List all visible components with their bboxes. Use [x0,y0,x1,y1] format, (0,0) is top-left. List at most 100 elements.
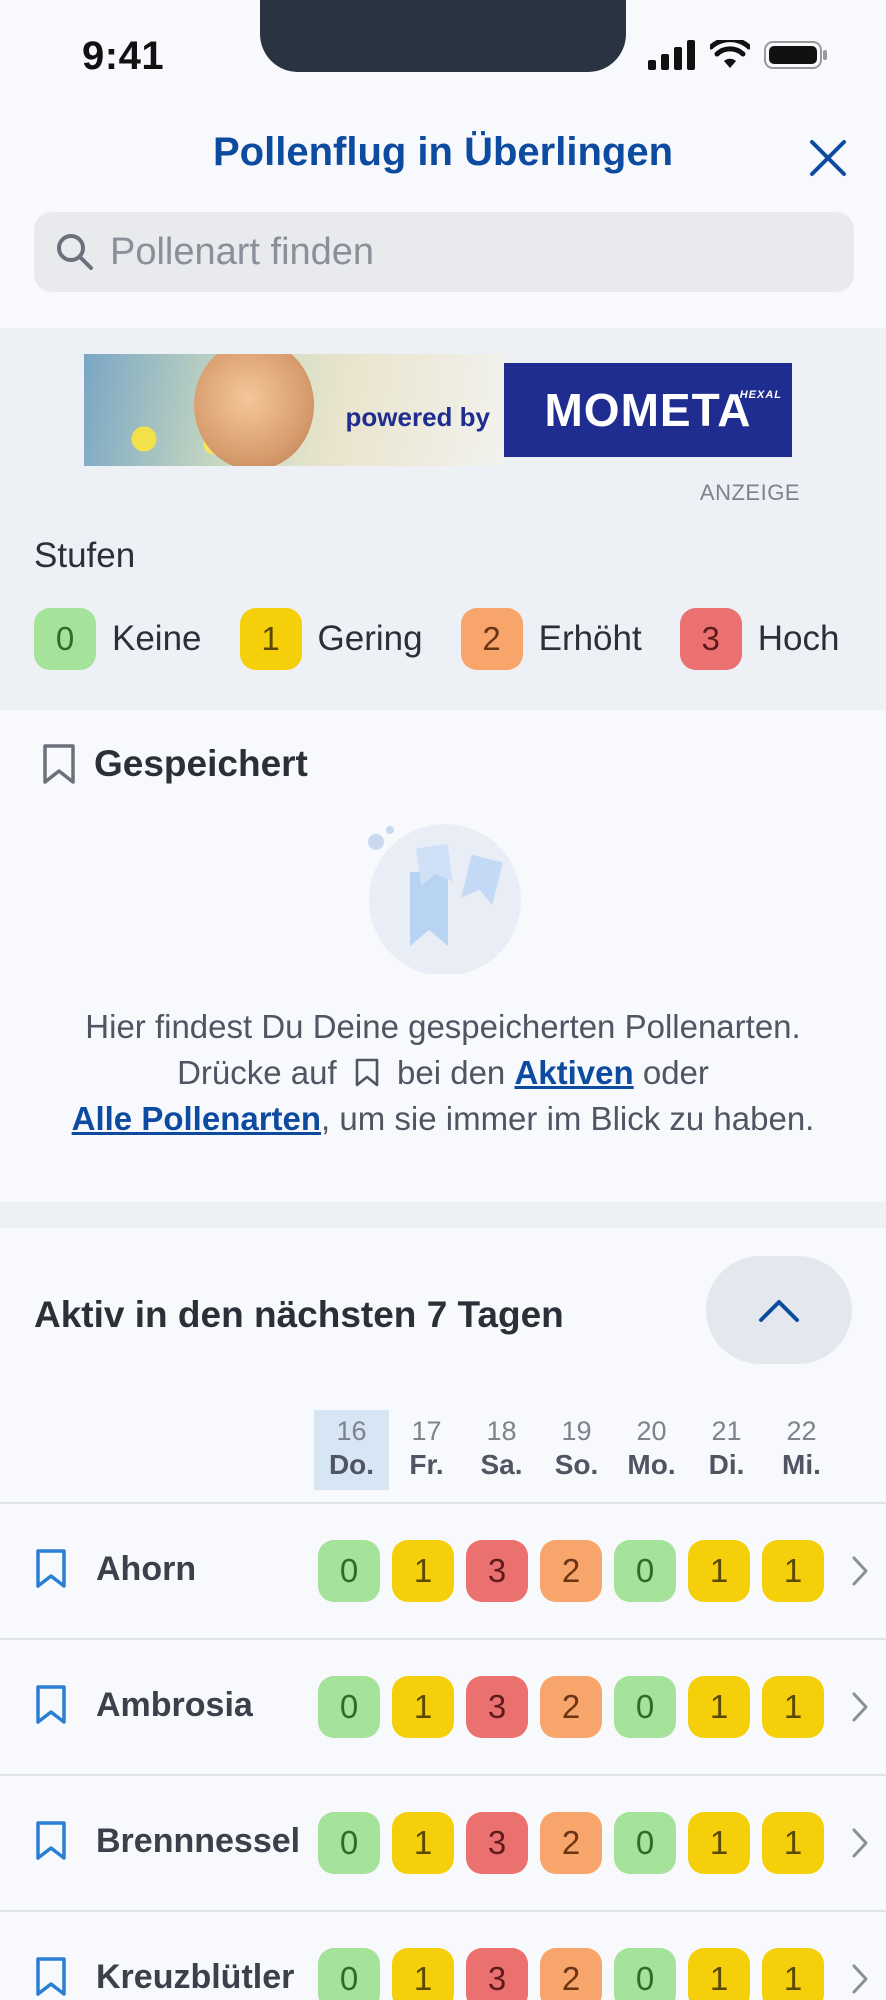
search-icon [57,234,93,270]
forecast-level-badge: 1 [762,1540,824,1602]
day-column-header: 16 Do. [314,1410,389,1490]
ad-banner[interactable]: powered by MOMETA HEXAL [84,354,796,466]
active-title: Aktiv in den nächsten 7 Tagen [34,1294,564,1335]
wifi-icon [710,40,750,68]
forecast-badges: 0132011 [318,1676,824,1738]
forecast-level-badge: 1 [392,1676,454,1738]
forecast-level-badge: 1 [392,1540,454,1602]
day-column-header: 18 Sa. [464,1410,539,1490]
forecast-badges: 0132011 [318,1812,824,1874]
forecast-level-badge: 0 [318,1676,380,1738]
saved-text-line1: Hier findest Du Deine gespeicherten Poll… [85,1008,801,1045]
saved-header: Gespeichert [40,742,308,786]
ad-powered-by: powered by [345,402,490,432]
bookmark-button[interactable] [34,1956,68,2000]
day-column-header: 19 So. [539,1410,614,1490]
link-active[interactable]: Aktiven [514,1054,633,1091]
forecast-level-badge: 0 [614,1812,676,1874]
forecast-level-badge: 1 [392,1948,454,2000]
legend-label: Erhöht [538,619,642,658]
saved-text-mid: bei den [397,1054,506,1091]
forecast-level-badge: 1 [688,1812,750,1874]
day-number: 17 [411,1416,442,1446]
saved-text-line2: Drücke auf bei den Aktiven oder [0,1050,886,1096]
row-chevron-button[interactable] [850,1826,870,1865]
level-badge: 2 [460,608,523,670]
bookmark-icon [36,1685,66,1724]
day-number: 19 [561,1416,592,1446]
bookmark-outline-icon [43,744,75,784]
forecast-level-badge: 3 [466,1812,528,1874]
bookmark-button[interactable] [34,1684,68,1731]
bookmark-button[interactable] [34,1820,68,1867]
legend-label: Keine [112,619,202,658]
header: Pollenflug in Überlingen [0,100,886,328]
pollen-row[interactable]: Ahorn 0 1 3 2 0 1 1 [0,1502,886,1638]
forecast-badges: 0132011 [318,1948,824,2000]
forecast-badges: 0132011 [318,1540,824,1602]
day-name: Mo. [627,1449,676,1480]
pollen-row[interactable]: Ambrosia 0 1 3 2 0 1 1 [0,1638,886,1774]
pollen-name: Ambrosia [96,1686,253,1724]
saved-text-post: oder [642,1054,709,1091]
level-badge: 1 [239,608,302,670]
section-divider [0,1202,886,1228]
level-badge: 3 [679,608,742,670]
search-bar[interactable] [34,212,854,292]
forecast-level-badge: 0 [614,1948,676,2000]
chevron-up-icon [759,1300,799,1322]
saved-empty-text: Hier findest Du Deine gespeicherten Poll… [0,1004,886,1142]
day-name: So. [554,1449,599,1480]
bookmark-inline-icon [355,1058,379,1087]
row-chevron-button[interactable] [850,1962,870,2000]
legend-item-erhoeht: 2 Erhöht [460,608,642,670]
collapse-button[interactable] [706,1256,852,1364]
device-notch [260,0,626,72]
bookmark-icon [36,1821,66,1860]
day-number: 18 [486,1416,517,1446]
cellular-signal-icon [648,40,695,70]
forecast-level-badge: 1 [762,1676,824,1738]
day-column-header: 21 Di. [689,1410,764,1490]
pollen-row[interactable]: Kreuzblütler 0 1 3 2 0 1 1 [0,1910,886,2000]
forecast-level-badge: 0 [614,1676,676,1738]
close-button[interactable] [804,134,852,182]
forecast-level-badge: 1 [688,1948,750,2000]
pollen-row[interactable]: Brennnessel 0 1 3 2 0 1 1 [0,1774,886,1910]
status-bar: 9:41 [0,0,886,100]
pollen-name: Ahorn [96,1550,197,1588]
day-column-header: 17 Fr. [389,1410,464,1490]
link-all-pollen[interactable]: Alle Pollenarten [72,1100,321,1137]
status-icons [648,40,828,70]
levels-legend: 0 Keine 1 Gering 2 Erhöht 3 Hoch [34,608,839,670]
row-chevron-button[interactable] [850,1690,870,1729]
day-number: 21 [711,1416,742,1446]
ad-brand-logo: MOMETA HEXAL [504,363,792,457]
forecast-level-badge: 2 [540,1676,602,1738]
pollen-name: Kreuzblütler [96,1958,295,1996]
forecast-level-badge: 0 [318,1540,380,1602]
legend-item-hoch: 3 Hoch [679,608,839,670]
search-input[interactable] [110,230,810,274]
row-chevron-button[interactable] [850,1554,870,1593]
day-number: 16 [336,1416,367,1446]
saved-text-end: , um sie immer im Blick zu haben. [321,1100,815,1137]
forecast-level-badge: 0 [318,1812,380,1874]
forecast-level-badge: 1 [762,1948,824,2000]
pollen-list: Ahorn 0 1 3 2 0 1 1 Ambrosia 0 1 3 2 0 1 1 Brennnessel 0 1… [0,1502,886,2000]
day-name: Mi. [782,1449,821,1480]
saved-text-pre: Drücke auf [177,1054,337,1091]
ad-label: ANZEIGE [699,480,800,505]
saved-title: Gespeichert [94,743,308,784]
levels-title: Stufen [34,536,136,575]
chevron-right-icon [852,1692,868,1722]
empty-bookmarks-illustration [368,824,521,974]
ad-face [194,354,314,466]
chevron-right-icon [852,1828,868,1858]
forecast-level-badge: 1 [762,1812,824,1874]
day-name: Di. [708,1449,745,1480]
day-name: Sa. [480,1449,523,1480]
bookmark-button[interactable] [34,1548,68,1595]
day-number: 22 [786,1416,817,1446]
day-name: Fr. [409,1449,444,1480]
